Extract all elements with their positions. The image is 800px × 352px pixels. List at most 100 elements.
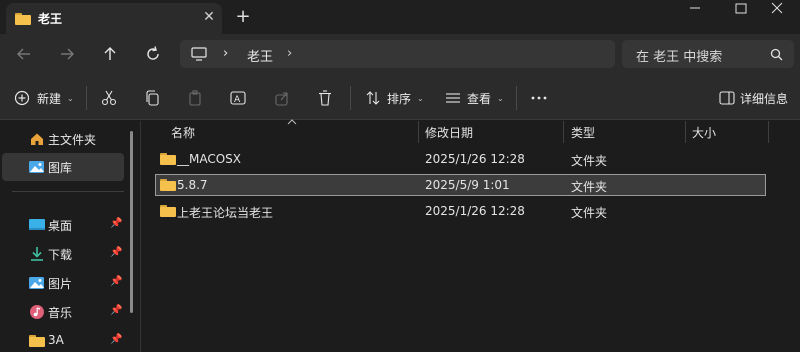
sidebar-item-label: 3A [48, 333, 64, 347]
chevron-down-icon: ⌄ [67, 93, 74, 103]
sort-button[interactable]: 排序 ⌄ [365, 86, 424, 110]
view-label: 查看 [467, 91, 492, 106]
column-divider[interactable] [685, 121, 686, 143]
folder-icon [15, 13, 31, 25]
file-date: 2025/1/26 12:28 [425, 152, 525, 166]
refresh-button[interactable] [139, 42, 167, 66]
column-header-name[interactable]: 名称 [171, 124, 195, 146]
paste-icon [189, 90, 201, 106]
new-button[interactable]: 新建 ⌄ [14, 86, 74, 110]
file-date: 2025/5/9 1:01 [425, 178, 510, 192]
sidebar-item-gallery[interactable]: 图库 [2, 153, 124, 181]
add-circle-icon [14, 90, 30, 106]
search-placeholder: 在 老王 中搜索 [636, 50, 723, 65]
back-button[interactable] [10, 42, 38, 66]
rename-button[interactable]: A [230, 86, 248, 110]
view-button[interactable]: 查看 ⌄ [445, 86, 504, 110]
sidebar-item-downloads[interactable]: 下载 📌 [2, 240, 124, 268]
tab-laowang[interactable]: 老王 ✕ [6, 3, 222, 34]
column-divider[interactable] [563, 121, 564, 143]
sidebar-item-label: 桌面 [48, 219, 73, 233]
rename-icon: A [230, 91, 246, 105]
close-window-button[interactable] [754, 0, 800, 20]
share-button[interactable] [274, 86, 290, 110]
file-row[interactable]: 上老王论坛当老王 2025/1/26 12:28 文件夹 [155, 200, 766, 222]
column-divider[interactable] [418, 121, 419, 143]
navigation-pane: 主文件夹 图库 桌面 📌 下载 📌 图片 📌 音乐 📌 3A 📌 [0, 121, 140, 352]
minimize-button[interactable] [672, 0, 718, 20]
refresh-icon [147, 46, 159, 60]
file-row[interactable]: __MACOSX 2025/1/26 12:28 文件夹 [155, 148, 766, 170]
forward-button[interactable] [53, 42, 81, 66]
up-button[interactable] [96, 42, 124, 66]
chevron-right-icon[interactable]: › [223, 46, 228, 61]
details-button[interactable]: 详细信息 [719, 86, 788, 110]
sidebar-item-label: 主文件夹 [48, 133, 97, 147]
divider [12, 191, 124, 192]
file-type: 文件夹 [571, 154, 608, 168]
sort-label: 排序 [387, 91, 412, 106]
divider [350, 86, 351, 110]
breadcrumb-item[interactable]: 老王 [247, 46, 273, 65]
arrow-up-icon [104, 47, 116, 60]
download-icon [31, 247, 43, 261]
title-bar: 老王 ✕ + [0, 0, 800, 34]
view-icon [446, 93, 460, 103]
navigation-bar: › 老王 › 在 老王 中搜索 [0, 34, 800, 76]
file-list: 名称 修改日期 类型 大小 __MACOSX 2025/1/26 12:28 文… [141, 119, 800, 352]
file-date: 2025/1/26 12:28 [425, 204, 525, 218]
file-row-selected[interactable]: 5.8.7 2025/5/9 1:01 文件夹 [155, 174, 766, 196]
sidebar-item-label: 音乐 [48, 306, 73, 320]
sidebar-item-music[interactable]: 音乐 📌 [2, 298, 124, 326]
svg-text:A: A [234, 95, 241, 105]
file-name: 上老王论坛当老王 [177, 206, 274, 220]
divider [86, 86, 87, 110]
search-input[interactable]: 在 老王 中搜索 [622, 40, 794, 68]
scissors-icon [101, 90, 117, 106]
sidebar-item-3a[interactable]: 3A 📌 [2, 327, 124, 352]
pin-icon[interactable]: 📌 [110, 334, 122, 345]
search-icon [770, 48, 783, 61]
pin-icon[interactable]: 📌 [110, 305, 122, 316]
delete-button[interactable] [317, 86, 333, 110]
desktop-icon [29, 219, 45, 230]
paste-button[interactable] [187, 86, 203, 110]
music-icon [30, 305, 44, 319]
details-label: 详细信息 [740, 91, 789, 106]
folder-icon [29, 335, 45, 347]
column-divider[interactable] [768, 121, 769, 143]
new-label: 新建 [37, 91, 62, 106]
chevron-right-icon[interactable]: › [287, 46, 292, 61]
file-type: 文件夹 [571, 206, 608, 220]
details-pane-icon [719, 91, 735, 105]
pin-icon[interactable]: 📌 [110, 276, 122, 287]
pin-icon[interactable]: 📌 [110, 247, 122, 258]
sort-icon [366, 91, 380, 105]
chevron-down-icon: ⌄ [497, 93, 504, 103]
more-options-button[interactable] [530, 86, 548, 110]
new-tab-button[interactable]: + [233, 7, 253, 27]
address-bar[interactable]: › 老王 › [180, 40, 615, 68]
file-name: 5.8.7 [177, 178, 208, 192]
arrow-left-icon [17, 48, 30, 60]
share-icon [275, 92, 288, 106]
close-tab-icon[interactable]: ✕ [199, 7, 219, 27]
file-name: __MACOSX [177, 152, 242, 166]
column-header-size[interactable]: 大小 [692, 124, 716, 146]
column-header-date[interactable]: 修改日期 [425, 124, 473, 146]
more-icon [531, 96, 547, 100]
divider [516, 86, 517, 110]
sidebar-item-pictures[interactable]: 图片 📌 [2, 269, 124, 297]
minimize-icon [690, 7, 700, 9]
pictures-icon [29, 277, 44, 289]
monitor-icon [191, 47, 207, 61]
column-header-type[interactable]: 类型 [571, 124, 595, 146]
trash-icon [319, 90, 331, 106]
arrow-right-icon [61, 48, 74, 60]
sidebar-scrollbar[interactable] [130, 131, 133, 313]
sidebar-item-desktop[interactable]: 桌面 📌 [2, 211, 124, 239]
copy-button[interactable] [144, 86, 160, 110]
cut-button[interactable] [101, 86, 117, 110]
pin-icon[interactable]: 📌 [110, 218, 122, 229]
sidebar-item-home[interactable]: 主文件夹 [2, 125, 124, 153]
